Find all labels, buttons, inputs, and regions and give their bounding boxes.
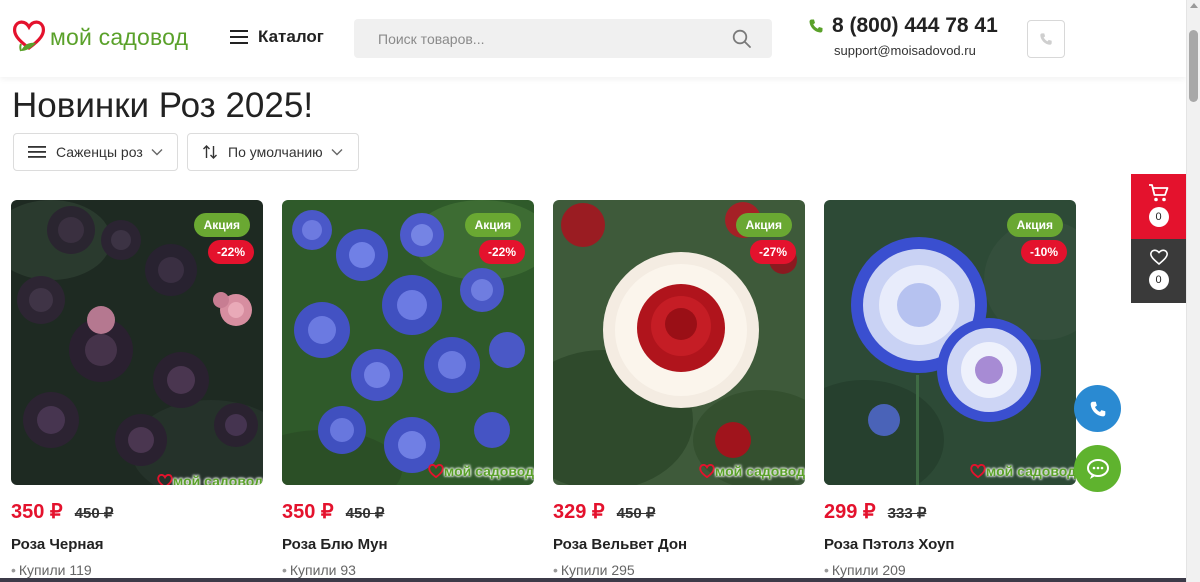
- chevron-down-icon: [151, 149, 163, 156]
- site-header: мой садовод Каталог 8 (800) 444 78 41 su…: [0, 0, 1186, 77]
- product-card[interactable]: Акция -27% мой садовод 329 ₽ 450 ₽ Роза …: [553, 200, 805, 578]
- sort-filter[interactable]: По умолчанию: [187, 133, 359, 171]
- product-name[interactable]: Роза Черная: [11, 536, 263, 553]
- image-watermark: мой садовод: [699, 463, 805, 479]
- price-row: 350 ₽ 450 ₽: [11, 499, 263, 524]
- chat-icon: [1086, 458, 1109, 479]
- menu-icon: [28, 146, 46, 158]
- cart-icon: [1148, 184, 1168, 202]
- sort-filter-label: По умолчанию: [228, 144, 323, 160]
- price-current: 299 ₽: [824, 501, 876, 523]
- chat-button[interactable]: [1074, 445, 1121, 492]
- discount-badge: -10%: [1020, 240, 1067, 264]
- price-row: 329 ₽ 450 ₽: [553, 499, 805, 524]
- product-card[interactable]: Акция -10% мой садовод 299 ₽ 333 ₽ Роза …: [824, 200, 1076, 578]
- sale-badge: Акция: [735, 213, 792, 237]
- price-row: 299 ₽ 333 ₽: [824, 499, 1076, 524]
- product-image[interactable]: Акция -10% мой садовод: [824, 200, 1076, 485]
- logo[interactable]: мой садовод: [12, 18, 188, 56]
- product-image[interactable]: Акция -22% мой садовод: [11, 200, 263, 485]
- phone-number[interactable]: 8 (800) 444 78 41: [832, 14, 998, 38]
- price-old: 333 ₽: [887, 505, 927, 522]
- price-old: 450 ₽: [74, 505, 114, 522]
- heart-logo-icon: [970, 464, 986, 479]
- callback-button[interactable]: [1027, 20, 1065, 58]
- catalog-button[interactable]: Каталог: [230, 27, 324, 47]
- discount-badge: -22%: [478, 240, 525, 264]
- heart-logo-icon: [699, 464, 715, 479]
- search-icon[interactable]: [732, 29, 752, 49]
- call-button[interactable]: [1074, 385, 1121, 432]
- search-input[interactable]: [378, 30, 738, 47]
- product-card[interactable]: Акция -22% мой садовод 350 ₽ 450 ₽ Роза …: [282, 200, 534, 578]
- page: мой садовод Каталог 8 (800) 444 78 41 su…: [0, 0, 1200, 582]
- heart-logo-icon: [12, 20, 46, 52]
- sort-icon: [203, 145, 217, 159]
- search-bar: [354, 19, 772, 58]
- side-favorites-button[interactable]: 0: [1131, 239, 1186, 303]
- price-current: 350 ₽: [11, 501, 63, 523]
- sale-badge: Акция: [1006, 213, 1063, 237]
- scroll-up-arrow[interactable]: [1190, 3, 1198, 8]
- heart-icon: [1149, 249, 1168, 266]
- support-email[interactable]: support@moisadovod.ru: [834, 43, 976, 58]
- scrollbar[interactable]: [1186, 0, 1200, 582]
- product-image[interactable]: Акция -22% мой садовод: [282, 200, 534, 485]
- next-row-edge: [0, 578, 1186, 582]
- image-watermark: мой садовод: [970, 463, 1076, 479]
- discount-badge: -22%: [207, 240, 254, 264]
- cart-count: 0: [1148, 207, 1169, 227]
- catalog-label: Каталог: [258, 27, 324, 46]
- image-watermark: мой садовод: [157, 473, 263, 485]
- sold-count: • Купили 295: [553, 562, 635, 578]
- phone-icon: [809, 19, 823, 33]
- product-name[interactable]: Роза Блю Мун: [282, 536, 534, 553]
- price-row: 350 ₽ 450 ₽: [282, 499, 534, 524]
- sale-badge: Акция: [464, 213, 521, 237]
- sold-count: • Купили 119: [11, 562, 92, 578]
- scroll-thumb[interactable]: [1189, 30, 1198, 102]
- heart-logo-icon: [157, 474, 173, 485]
- price-current: 329 ₽: [553, 501, 605, 523]
- price-old: 450 ₽: [616, 505, 656, 522]
- price-old: 450 ₽: [345, 505, 385, 522]
- sale-badge: Акция: [193, 213, 250, 237]
- menu-icon: [230, 30, 248, 44]
- product-name[interactable]: Роза Пэтолз Хоуп: [824, 536, 1076, 553]
- chevron-down-icon: [331, 149, 343, 156]
- category-filter-label: Саженцы роз: [56, 144, 143, 160]
- category-filter[interactable]: Саженцы роз: [13, 133, 178, 171]
- sold-count: • Купили 209: [824, 562, 906, 578]
- discount-badge: -27%: [749, 240, 796, 264]
- price-current: 350 ₽: [282, 501, 334, 523]
- contact-block: 8 (800) 444 78 41 support@moisadovod.ru: [808, 14, 998, 58]
- product-card[interactable]: Акция -22% мой садовод 350 ₽ 450 ₽ Роза …: [11, 200, 263, 578]
- image-watermark: мой садовод: [428, 463, 534, 479]
- product-image[interactable]: Акция -27% мой садовод: [553, 200, 805, 485]
- product-name[interactable]: Роза Вельвет Дон: [553, 536, 805, 553]
- side-cart-button[interactable]: 0: [1131, 174, 1186, 239]
- favorites-count: 0: [1148, 270, 1169, 290]
- call-icon: [1090, 401, 1105, 416]
- callback-icon: [1040, 33, 1052, 45]
- sold-count: • Купили 93: [282, 562, 356, 578]
- heart-logo-icon: [428, 464, 444, 479]
- logo-text: мой садовод: [50, 23, 189, 50]
- page-title: Новинки Роз 2025!: [12, 86, 314, 125]
